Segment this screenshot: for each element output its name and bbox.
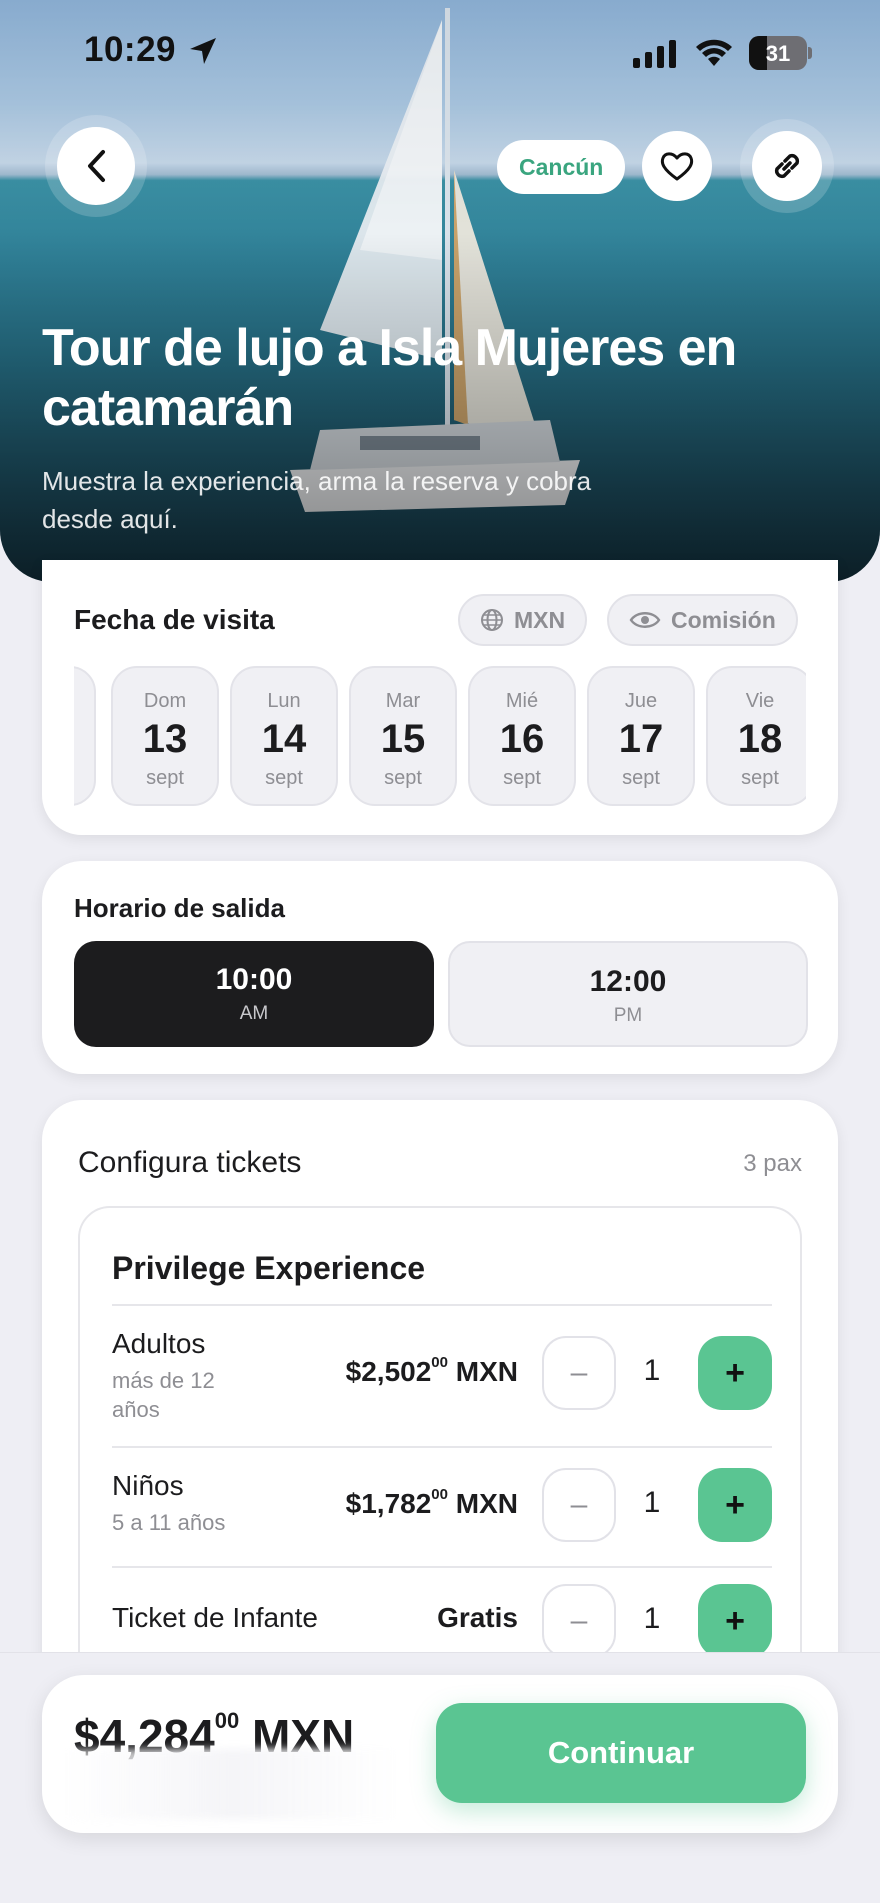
time-slot[interactable]: 12:00 PM bbox=[448, 941, 808, 1047]
increment-button[interactable]: + bbox=[698, 1584, 772, 1658]
price-amount: $1,782 bbox=[345, 1488, 432, 1519]
date-number: 13 bbox=[142, 717, 188, 761]
date-selector-card: Fecha de visita MXN Comisión Dom 13 sept… bbox=[42, 560, 838, 835]
time-slot-hour: 12:00 bbox=[589, 965, 667, 998]
date-month: sept bbox=[265, 767, 303, 789]
decrement-button[interactable]: – bbox=[542, 1468, 616, 1542]
quantity-value: 1 bbox=[643, 1354, 661, 1387]
continue-button[interactable]: Continuar bbox=[436, 1703, 806, 1803]
chevron-left-icon bbox=[88, 150, 105, 182]
date-number: 15 bbox=[380, 717, 426, 761]
date-month: sept bbox=[384, 767, 422, 789]
wifi-icon bbox=[696, 39, 732, 66]
divider bbox=[112, 1566, 772, 1568]
share-link-button[interactable] bbox=[752, 131, 822, 201]
date-number: 16 bbox=[499, 717, 545, 761]
city-badge[interactable]: Cancún bbox=[497, 140, 626, 194]
date-month: sept bbox=[741, 767, 779, 789]
time-slot-period: PM bbox=[613, 1005, 643, 1026]
date-number: 18 bbox=[737, 717, 783, 761]
price-cents: 00 bbox=[431, 1353, 448, 1371]
page-subtitle: Muestra la experiencia, arma la reserva … bbox=[42, 466, 592, 534]
product-name: Privilege Experience bbox=[112, 1250, 426, 1286]
price-amount: Gratis bbox=[437, 1602, 518, 1633]
page-title: Tour de lujo a Isla Mujeres en catamarán bbox=[42, 319, 737, 437]
increment-button[interactable]: + bbox=[698, 1468, 772, 1542]
ticket-price: $2,50200 MXN bbox=[345, 1353, 518, 1388]
date-option[interactable]: Dom 13 sept bbox=[111, 666, 219, 806]
date-month: sept bbox=[622, 767, 660, 789]
date-dow: Dom bbox=[143, 690, 187, 712]
decrement-button[interactable]: – bbox=[542, 1336, 616, 1410]
date-option-partial[interactable] bbox=[74, 666, 96, 806]
status-bar: 10:29 31 bbox=[0, 28, 880, 78]
departure-time-card: Horario de salida 10:00 AM 12:00 PM bbox=[42, 861, 838, 1074]
blurred-overlay bbox=[60, 1749, 400, 1819]
commission-chip-label: Comisión bbox=[671, 606, 776, 633]
ticket-price: $1,78200 MXN bbox=[345, 1485, 518, 1520]
price-cents: 00 bbox=[431, 1485, 448, 1503]
date-section-label: Fecha de visita bbox=[74, 604, 275, 635]
date-option[interactable]: Jue 17 sept bbox=[587, 666, 695, 806]
divider bbox=[112, 1446, 772, 1448]
heart-icon bbox=[660, 152, 694, 181]
date-month: sept bbox=[146, 767, 184, 789]
price-currency: MXN bbox=[455, 1356, 518, 1387]
date-option[interactable]: Mar 15 sept bbox=[349, 666, 457, 806]
price-amount: $2,502 bbox=[345, 1356, 432, 1387]
globe-icon bbox=[481, 609, 503, 631]
signal-icon bbox=[633, 40, 676, 68]
price-currency: MXN bbox=[455, 1488, 518, 1519]
checkout-bar: $4,28400 MXN Continuar bbox=[42, 1675, 838, 1833]
date-dow: Jue bbox=[624, 690, 658, 712]
decrement-button[interactable]: – bbox=[542, 1584, 616, 1658]
date-number: 14 bbox=[261, 717, 307, 761]
time-slot-hour: 10:00 bbox=[215, 963, 293, 996]
quantity-value: 1 bbox=[643, 1602, 661, 1635]
back-button[interactable] bbox=[57, 127, 135, 205]
ticket-row-adults: Adultos más de 12 años $2,50200 MXN – 1 … bbox=[112, 1328, 772, 1428]
increment-button[interactable]: + bbox=[698, 1336, 772, 1410]
date-dow: Lun bbox=[267, 690, 301, 712]
date-option[interactable]: Vie 18 sept bbox=[706, 666, 806, 806]
date-strip[interactable]: Dom 13 sept Lun 14 sept Mar 15 sept Mié … bbox=[74, 666, 806, 808]
date-dow: Mar bbox=[385, 690, 421, 712]
time-slot-selected[interactable]: 10:00 AM bbox=[74, 941, 434, 1047]
date-month: sept bbox=[503, 767, 541, 789]
favorite-button[interactable] bbox=[642, 131, 712, 201]
location-arrow-icon bbox=[190, 38, 216, 64]
currency-chip[interactable]: MXN bbox=[458, 594, 588, 646]
quantity-value: 1 bbox=[643, 1486, 661, 1519]
battery-icon: 31 bbox=[749, 36, 813, 70]
date-number: 17 bbox=[618, 717, 664, 761]
status-time: 10:29 bbox=[84, 30, 177, 69]
eye-icon bbox=[629, 612, 661, 628]
commission-chip[interactable]: Comisión bbox=[607, 594, 798, 646]
date-dow: Mié bbox=[505, 690, 539, 712]
time-section-label: Horario de salida bbox=[74, 893, 285, 923]
tickets-section-label: Configura tickets bbox=[78, 1146, 302, 1179]
time-slot-period: AM bbox=[239, 1003, 269, 1024]
battery-level: 31 bbox=[765, 41, 791, 66]
ticket-row-children: Niños 5 a 11 años $1,78200 MXN – 1 + bbox=[112, 1468, 772, 1560]
date-option[interactable]: Mié 16 sept bbox=[468, 666, 576, 806]
link-icon bbox=[774, 153, 800, 179]
ticket-age: más de 12 años bbox=[112, 1368, 215, 1422]
pax-count: 3 pax bbox=[743, 1150, 802, 1177]
ticket-price: Gratis bbox=[437, 1602, 518, 1634]
currency-chip-label: MXN bbox=[514, 606, 566, 633]
date-dow: Vie bbox=[745, 690, 775, 712]
divider bbox=[112, 1304, 772, 1306]
date-option[interactable]: Lun 14 sept bbox=[230, 666, 338, 806]
total-cents: 00 bbox=[214, 1707, 240, 1733]
